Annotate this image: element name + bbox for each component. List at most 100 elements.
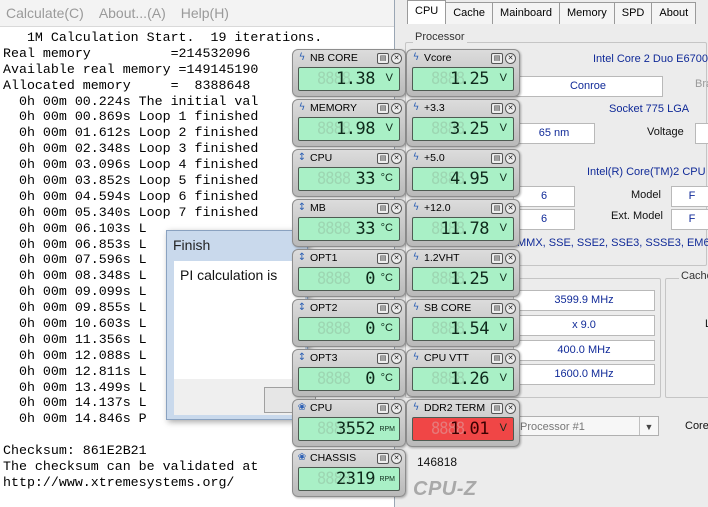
gadget-close-icon[interactable]: ✕ xyxy=(391,103,402,114)
monitor-gadget[interactable]: ❀ CPU ▤ ✕ 8888 3552 RPM xyxy=(292,399,406,447)
monitor-gadget[interactable]: ↕ OPT1 ▤ ✕ 8888 0 °C xyxy=(292,249,406,297)
cpuz-logo: CPU-Z xyxy=(413,478,477,500)
menu-calculate[interactable]: Calculate(C) xyxy=(0,5,93,21)
lightning-icon: ϟ xyxy=(412,102,420,113)
monitor-gadget[interactable]: ϟ CPU VTT ▤ ✕ 8888 1.26 V xyxy=(406,349,520,397)
tab-memory[interactable]: Memory xyxy=(559,2,615,24)
gadget-settings-icon[interactable]: ▤ xyxy=(491,303,503,314)
gadget-label-3-3: +3.3 xyxy=(424,102,445,114)
gadget-close-icon[interactable]: ✕ xyxy=(391,253,402,264)
monitor-gadget[interactable]: ϟ MEMORY ▤ ✕ 8888 1.98 V xyxy=(292,99,406,147)
lightning-icon: ϟ xyxy=(412,252,420,263)
gadget-settings-icon[interactable]: ▤ xyxy=(491,403,503,414)
monitor-gadget[interactable]: ↕ MB ▤ ✕ 8888 33 °C xyxy=(292,199,406,247)
gadget-value: 3.25 xyxy=(450,119,489,139)
gadget-label-opt3: OPT3 xyxy=(310,352,338,364)
gadget-close-icon[interactable]: ✕ xyxy=(505,153,516,164)
gadget-label-cpu: CPU xyxy=(310,402,333,414)
gadget-unit: °C xyxy=(380,322,393,334)
monitor-gadget[interactable]: ϟ Vcore ▤ ✕ 8888 1.25 V xyxy=(406,49,520,97)
gadget-unit: RPM xyxy=(379,476,395,483)
dialog-title: Finish xyxy=(173,237,211,253)
package-value: Socket 775 LGA xyxy=(609,103,690,115)
gadget-settings-icon[interactable]: ▤ xyxy=(377,303,389,314)
gadget-close-icon[interactable]: ✕ xyxy=(391,153,402,164)
gadget-close-icon[interactable]: ✕ xyxy=(391,203,402,214)
gadget-lcd-display: 8888 1.26 V xyxy=(412,367,514,391)
gadget-settings-icon[interactable]: ▤ xyxy=(377,53,389,64)
gadget-label-sb-core: SB CORE xyxy=(424,302,472,314)
gadget-value: 1.01 xyxy=(450,419,489,439)
gadget-close-icon[interactable]: ✕ xyxy=(505,53,516,64)
gadget-close-icon[interactable]: ✕ xyxy=(505,253,516,264)
dialog-message: PI calculation is xyxy=(180,267,278,283)
gadget-settings-icon[interactable]: ▤ xyxy=(377,103,389,114)
gadget-settings-icon[interactable]: ▤ xyxy=(491,353,503,364)
tab-cache[interactable]: Cache xyxy=(445,2,494,24)
gadget-settings-icon[interactable]: ▤ xyxy=(491,203,503,214)
menu-help[interactable]: Help(H) xyxy=(175,5,238,21)
lightning-icon: ϟ xyxy=(412,152,420,163)
monitor-gadget[interactable]: ↕ CPU ▤ ✕ 8888 33 °C xyxy=(292,149,406,197)
gadget-lcd-display: 8888 33 °C xyxy=(298,167,400,191)
gadget-close-icon[interactable]: ✕ xyxy=(391,453,402,464)
codename-field: Conroe xyxy=(513,76,663,97)
gadget-value: 1.25 xyxy=(450,69,489,89)
gadget-close-icon[interactable]: ✕ xyxy=(391,353,402,364)
monitor-gadget[interactable]: ϟ +5.0 ▤ ✕ 8888 4.95 V xyxy=(406,149,520,197)
gadget-close-icon[interactable]: ✕ xyxy=(505,403,516,414)
monitor-gadget[interactable]: ϟ DDR2 TERM ▤ ✕ 8888 1.01 V xyxy=(406,399,520,447)
gadget-label-chassis: CHASSIS xyxy=(310,452,357,464)
tab-spd[interactable]: SPD xyxy=(613,2,653,24)
tab-about[interactable]: About xyxy=(651,2,697,24)
monitor-gadget[interactable]: ϟ SB CORE ▤ ✕ 8888 1.54 V xyxy=(406,299,520,347)
gadget-close-icon[interactable]: ✕ xyxy=(505,203,516,214)
gadget-lcd-display: 8888 0 °C xyxy=(298,267,400,291)
gadget-unit: °C xyxy=(380,172,393,184)
gadget-label-cpu: CPU xyxy=(310,152,333,164)
gadget-settings-icon[interactable]: ▤ xyxy=(491,53,503,64)
gadget-close-icon[interactable]: ✕ xyxy=(505,103,516,114)
gadget-close-icon[interactable]: ✕ xyxy=(391,53,402,64)
gadget-close-icon[interactable]: ✕ xyxy=(505,303,516,314)
lightning-icon: ϟ xyxy=(412,202,420,213)
gadget-settings-icon[interactable]: ▤ xyxy=(377,453,389,464)
gadget-settings-icon[interactable]: ▤ xyxy=(377,153,389,164)
gadget-close-icon[interactable]: ✕ xyxy=(391,303,402,314)
gadget-unit: V xyxy=(385,72,393,84)
gadget-settings-icon[interactable]: ▤ xyxy=(377,353,389,364)
gadget-settings-icon[interactable]: ▤ xyxy=(377,403,389,414)
gadget-close-icon[interactable]: ✕ xyxy=(391,403,402,414)
monitor-gadget[interactable]: ❀ CHASSIS ▤ ✕ 8888 2319 RPM xyxy=(292,449,406,497)
lightning-icon: ϟ xyxy=(412,352,420,363)
gadget-settings-icon[interactable]: ▤ xyxy=(491,103,503,114)
gadget-unit: V xyxy=(385,122,393,134)
monitor-gadget[interactable]: ↕ OPT2 ▤ ✕ 8888 0 °C xyxy=(292,299,406,347)
monitor-gadget[interactable]: ϟ +3.3 ▤ ✕ 8888 3.25 V xyxy=(406,99,520,147)
gadget-settings-icon[interactable]: ▤ xyxy=(491,153,503,164)
monitor-gadget[interactable]: ↕ OPT3 ▤ ✕ 8888 0 °C xyxy=(292,349,406,397)
gadget-settings-icon[interactable]: ▤ xyxy=(491,253,503,264)
gadget-value: 0 xyxy=(365,269,375,289)
gadget-value: 11.78 xyxy=(440,219,489,239)
gadget-label-1-2vht: 1.2VHT xyxy=(424,252,460,264)
menu-about[interactable]: About...(A) xyxy=(93,5,175,21)
thermometer-icon: ↕ xyxy=(297,302,307,313)
ext-model-label: Ext. Model xyxy=(611,210,663,222)
gadget-lcd-display: 8888 1.98 V xyxy=(298,117,400,141)
gadget-value: 1.26 xyxy=(450,369,489,389)
monitor-gadget[interactable]: ϟ 1.2VHT ▤ ✕ 8888 1.25 V xyxy=(406,249,520,297)
gadget-settings-icon[interactable]: ▤ xyxy=(377,203,389,214)
monitor-gadget[interactable]: ϟ +12.0 ▤ ✕ 8888 11.78 V xyxy=(406,199,520,247)
processor-selection-dropdown[interactable]: Processor #1 ▼ xyxy=(513,416,659,436)
lightning-icon: ϟ xyxy=(412,402,420,413)
bus-speed-field: 400.0 MHz xyxy=(513,340,655,361)
tab-cpu[interactable]: CPU xyxy=(407,0,447,24)
lcd-ghost-digits: 8888 xyxy=(317,169,351,189)
tab-mainboard[interactable]: Mainboard xyxy=(492,2,561,24)
gadget-value: 33 xyxy=(355,219,376,239)
monitor-gadget[interactable]: ϟ NB CORE ▤ ✕ 8888 1.38 V xyxy=(292,49,406,97)
gadget-unit: V xyxy=(499,322,507,334)
gadget-close-icon[interactable]: ✕ xyxy=(505,353,516,364)
gadget-settings-icon[interactable]: ▤ xyxy=(377,253,389,264)
